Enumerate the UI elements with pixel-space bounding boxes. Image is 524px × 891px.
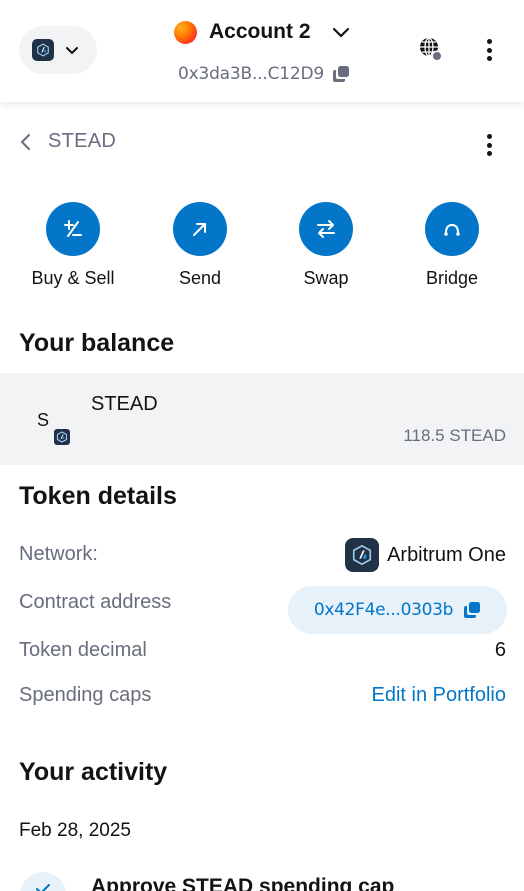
buy-sell-button[interactable]: Buy & Sell <box>18 202 128 289</box>
contract-address-label: Contract address <box>19 591 172 613</box>
globe-connection-icon[interactable] <box>418 36 443 62</box>
token-details-title: Token details <box>19 482 177 510</box>
network-value: Arbitrum One <box>345 538 506 572</box>
more-options-icon[interactable] <box>486 39 492 61</box>
bridge-icon <box>425 202 479 256</box>
token-page-title: STEAD <box>48 130 117 152</box>
arbitrum-network-badge-icon <box>52 427 72 447</box>
arbitrum-network-icon <box>32 39 54 61</box>
activity-section-title: Your activity <box>19 758 168 786</box>
account-address-text: 0x3da3B...C12D9 <box>178 64 324 84</box>
network-picker[interactable] <box>19 26 97 74</box>
chevron-down-icon <box>64 42 80 58</box>
bridge-label: Bridge <box>425 268 479 288</box>
account-address[interactable]: 0x3da3B...C12D9 <box>178 64 350 84</box>
token-decimal-label: Token decimal <box>19 639 147 661</box>
account-name: Account 2 <box>209 20 311 43</box>
token-decimal-value: 6 <box>494 639 506 661</box>
send-button[interactable]: Send <box>145 202 255 289</box>
copy-icon <box>463 601 481 619</box>
back-button[interactable]: STEAD <box>18 130 116 153</box>
account-picker[interactable]: Account 2 <box>174 20 351 44</box>
spending-caps-label: Spending caps <box>19 684 152 706</box>
chevron-left-icon <box>18 132 34 152</box>
token-balance-row[interactable]: S STEAD 118.5 STEAD <box>0 373 524 465</box>
swap-arrows-icon <box>299 202 353 256</box>
activity-check-icon <box>20 872 66 891</box>
plus-minus-icon <box>46 202 100 256</box>
activity-date: Feb 28, 2025 <box>19 820 131 841</box>
bridge-button[interactable]: Bridge <box>397 202 507 289</box>
token-balance-amount: 118.5 STEAD <box>403 426 506 445</box>
contract-address-text: 0x42F4e...0303b <box>313 600 454 620</box>
send-label: Send <box>178 268 222 288</box>
account-avatar <box>174 20 197 44</box>
swap-label: Swap <box>303 268 349 288</box>
edit-in-portfolio-link[interactable]: Edit in Portfolio <box>371 684 506 707</box>
network-label: Network: <box>19 543 98 565</box>
arbitrum-logo-icon <box>345 538 380 572</box>
chevron-down-icon <box>323 22 351 42</box>
buy-sell-label: Buy & Sell <box>31 268 115 288</box>
token-name: STEAD <box>91 393 158 415</box>
network-name: Arbitrum One <box>387 543 506 566</box>
token-options-icon[interactable] <box>486 134 492 156</box>
balance-section-title: Your balance <box>19 329 175 357</box>
contract-address-button[interactable]: 0x42F4e...0303b <box>288 586 507 634</box>
app-header: Account 2 0x3da3B...C12D9 <box>0 0 524 102</box>
activity-item-title[interactable]: Approve STEAD spending cap <box>91 875 394 891</box>
swap-button[interactable]: Swap <box>271 202 381 289</box>
copy-icon[interactable] <box>332 65 350 83</box>
arrow-up-right-icon <box>173 202 227 256</box>
